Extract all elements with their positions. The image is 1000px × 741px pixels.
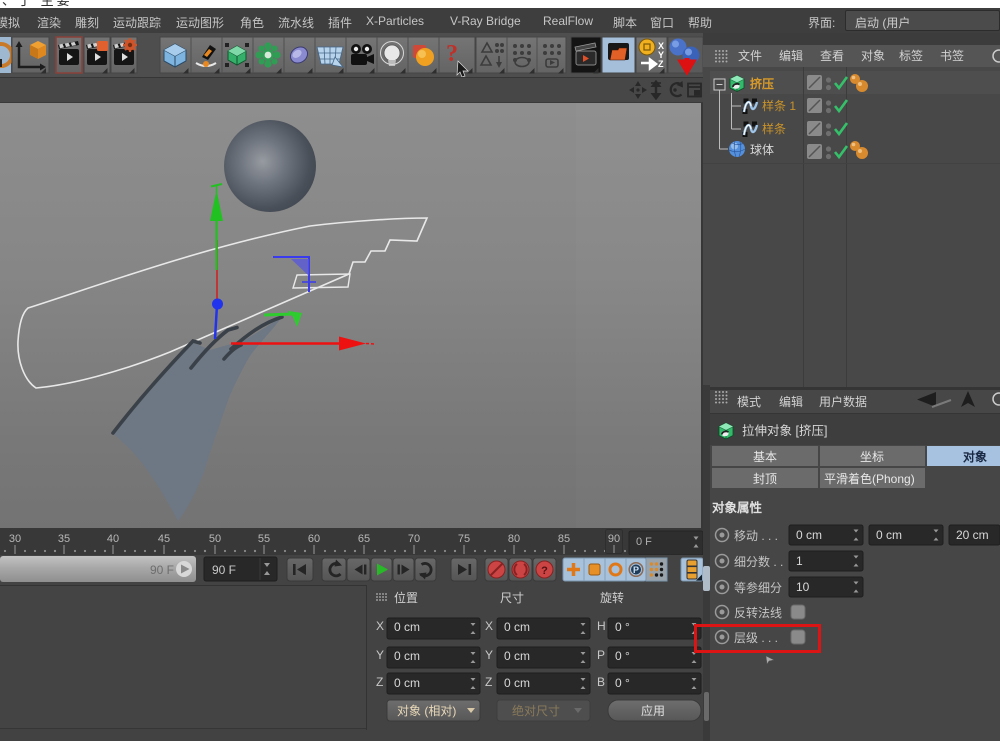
svg-text:文件: 文件 [738, 48, 762, 63]
svg-text:65: 65 [358, 533, 370, 545]
svg-text:0 cm: 0 cm [394, 676, 420, 690]
svg-text:?: ? [541, 565, 548, 577]
svg-text:挤压: 挤压 [750, 76, 774, 91]
svg-text:90: 90 [608, 533, 620, 545]
svg-text:0 °: 0 ° [615, 620, 630, 634]
svg-text:旋转: 旋转 [600, 590, 624, 605]
svg-text:80: 80 [508, 533, 520, 545]
svg-text:位置: 位置 [394, 590, 418, 605]
svg-text:样条 1: 样条 1 [762, 98, 796, 113]
svg-text:45: 45 [158, 533, 170, 545]
svg-text:55: 55 [258, 533, 270, 545]
svg-text:0 cm: 0 cm [394, 620, 420, 634]
svg-text:对象: 对象 [963, 449, 987, 464]
svg-text:40: 40 [107, 533, 119, 545]
svg-text:H: H [597, 619, 606, 633]
svg-text:平滑着色(Phong): 平滑着色(Phong) [824, 471, 915, 486]
svg-text:模式: 模式 [737, 395, 761, 409]
svg-text:拉伸对象 [挤压]: 拉伸对象 [挤压] [742, 423, 827, 438]
svg-text:50: 50 [209, 533, 221, 545]
svg-text:Z: Z [658, 59, 664, 69]
svg-text:35: 35 [58, 533, 70, 545]
svg-text:P: P [633, 565, 639, 575]
svg-text:样条: 样条 [762, 121, 786, 136]
svg-text:0 °: 0 ° [615, 649, 630, 663]
svg-text:0 cm: 0 cm [504, 649, 530, 663]
svg-text:?: ? [446, 41, 458, 67]
svg-text:用户数据: 用户数据 [819, 394, 867, 409]
svg-text:查看: 查看 [820, 49, 844, 63]
svg-text:0 F: 0 F [636, 536, 652, 548]
svg-text:编辑: 编辑 [779, 394, 803, 409]
svg-text:0 cm: 0 cm [504, 620, 530, 634]
svg-text:1: 1 [796, 554, 803, 568]
svg-text:编辑: 编辑 [779, 48, 803, 63]
svg-text:坐标: 坐标 [860, 450, 884, 464]
svg-text:尺寸: 尺寸 [500, 591, 524, 605]
svg-text:细分数 . .: 细分数 . . [734, 554, 783, 569]
svg-text:对象属性: 对象属性 [712, 500, 763, 515]
svg-text:对象 (相对): 对象 (相对) [397, 704, 456, 718]
svg-text:0 cm: 0 cm [796, 528, 822, 542]
svg-text:0 cm: 0 cm [876, 528, 902, 542]
svg-text:反转法线: 反转法线 [734, 605, 782, 620]
svg-text:绝对尺寸: 绝对尺寸 [512, 703, 560, 718]
svg-text:移动 . . .: 移动 . . . [734, 529, 778, 543]
svg-text:封顶: 封顶 [753, 472, 777, 486]
svg-text:球体: 球体 [750, 143, 774, 157]
svg-text:X: X [376, 619, 384, 633]
svg-text:Z: Z [485, 675, 492, 689]
svg-text:基本: 基本 [753, 450, 777, 464]
svg-text:X: X [485, 619, 493, 633]
svg-text:10: 10 [796, 580, 810, 594]
svg-text:标签: 标签 [899, 48, 923, 63]
svg-text:75: 75 [458, 533, 470, 545]
svg-text:70: 70 [408, 533, 420, 545]
svg-text:85: 85 [558, 533, 570, 545]
svg-text:0 °: 0 ° [615, 676, 630, 690]
svg-text:P: P [597, 648, 605, 662]
svg-text:应用: 应用 [641, 703, 665, 718]
svg-text:书签: 书签 [940, 48, 964, 63]
svg-text:B: B [597, 675, 605, 689]
svg-text:30: 30 [9, 533, 21, 545]
svg-text:等参细分: 等参细分 [734, 580, 782, 595]
svg-text:90 F: 90 F [150, 563, 174, 577]
svg-text:90 F: 90 F [212, 563, 236, 577]
svg-text:60: 60 [308, 533, 320, 545]
svg-text:20 cm: 20 cm [956, 528, 989, 542]
svg-text:Y: Y [485, 648, 493, 662]
svg-text:Z: Z [376, 675, 383, 689]
svg-text:对象: 对象 [861, 49, 885, 63]
svg-text:0 cm: 0 cm [394, 649, 420, 663]
svg-text:0 cm: 0 cm [504, 676, 530, 690]
svg-text:Y: Y [376, 648, 384, 662]
